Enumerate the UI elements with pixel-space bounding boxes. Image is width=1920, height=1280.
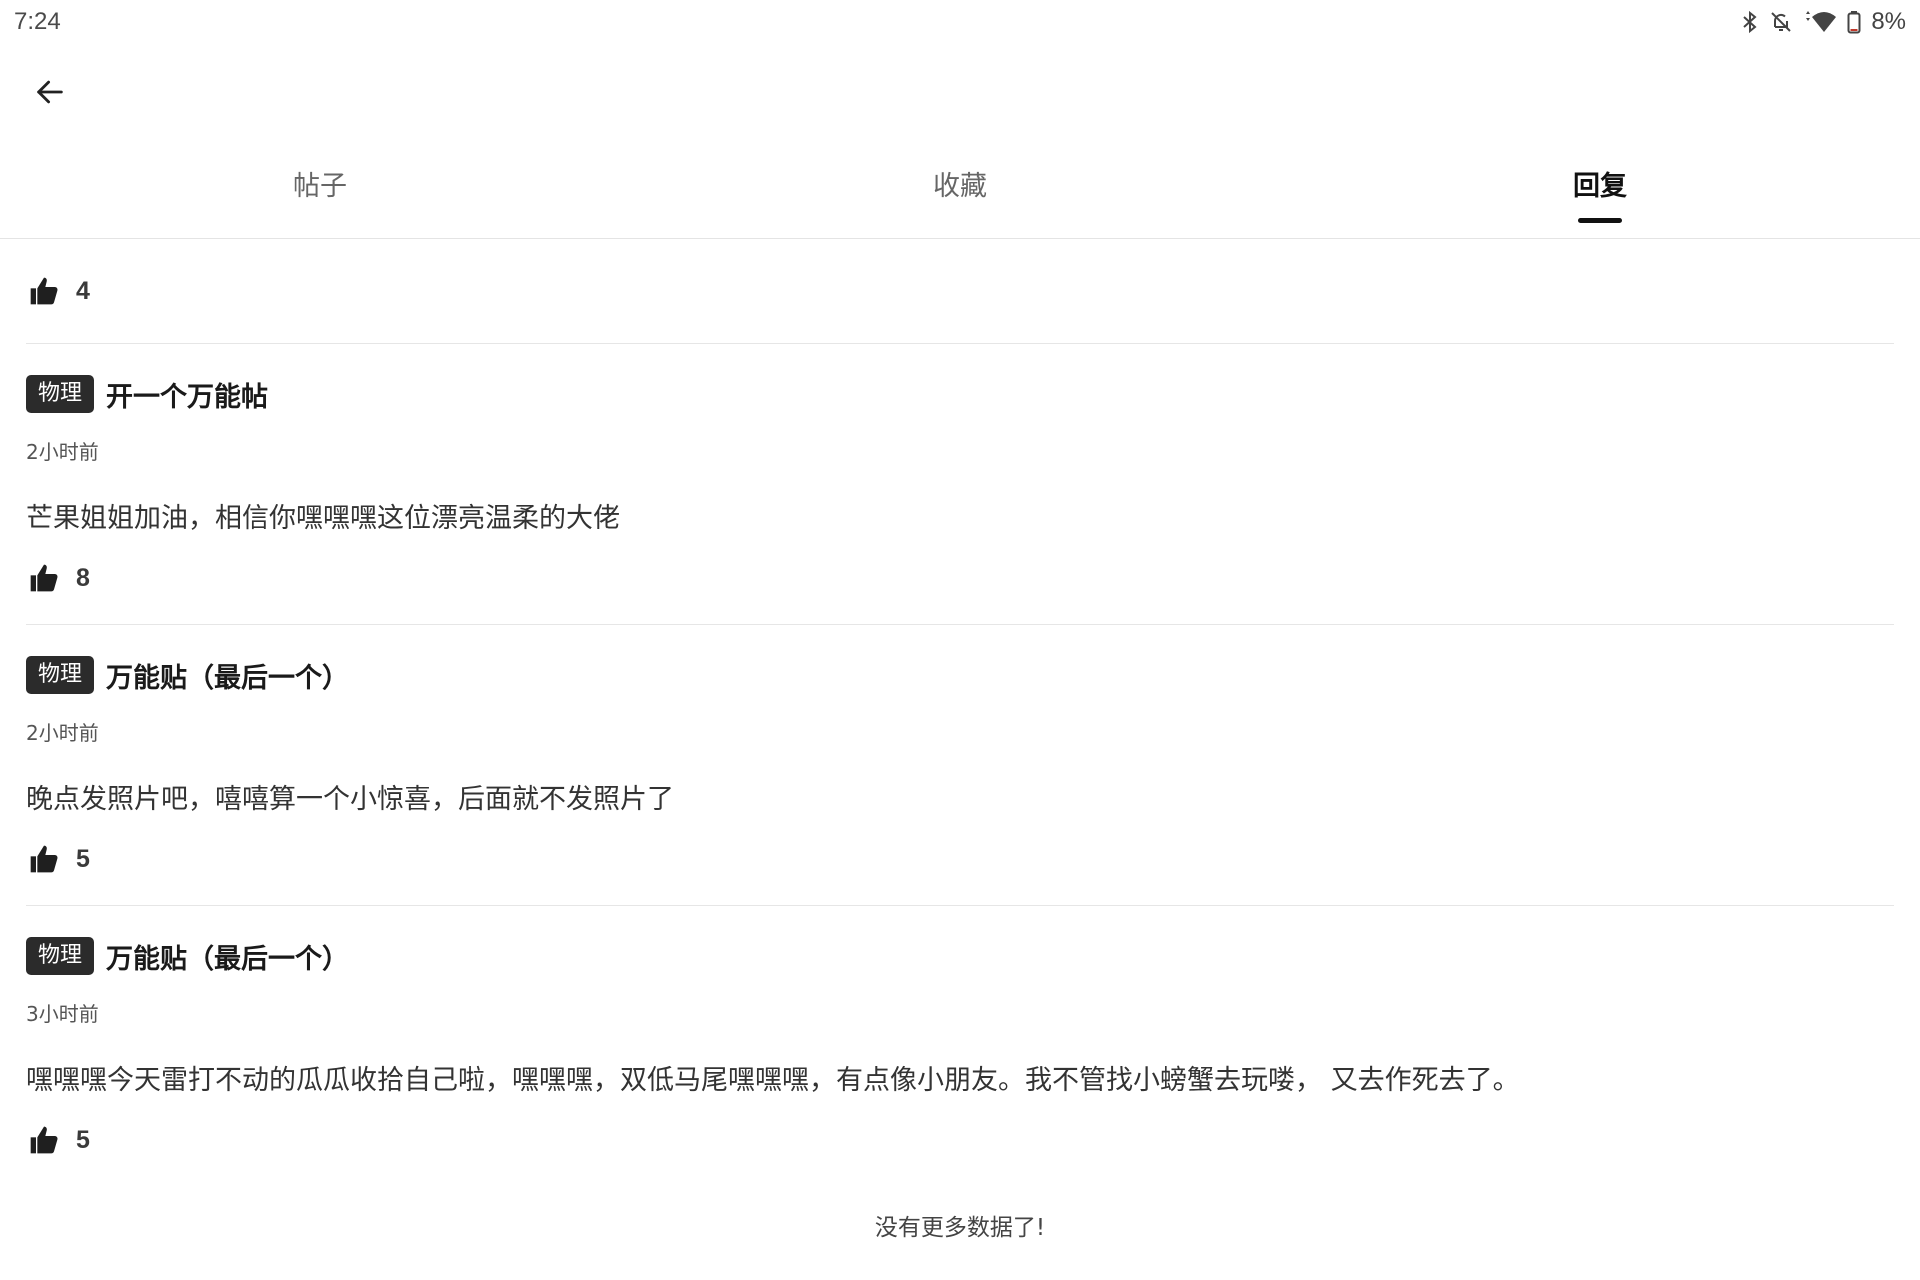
list-item[interactable]: 物理 开一个万能帖 2小时前 芒果姐姐加油，相信你嘿嘿嘿这位漂亮温柔的大佬 8 — [26, 344, 1894, 625]
reply-list: 4 物理 开一个万能帖 2小时前 芒果姐姐加油，相信你嘿嘿嘿这位漂亮温柔的大佬 … — [26, 239, 1894, 1186]
tab-posts[interactable]: 帖子 — [0, 150, 640, 238]
arrow-back-icon — [33, 75, 67, 113]
subject-tag: 物理 — [26, 375, 95, 413]
thumbs-up-icon[interactable] — [26, 560, 62, 596]
post-title[interactable]: 万能贴（最后一个） — [106, 656, 349, 695]
replies-page: 7:24 8% 帖子 收藏 回复 4 物理 开一个万能帖 2小时前 芒果姐姐加油… — [0, 0, 1920, 1280]
tab-replies[interactable]: 回复 — [1280, 150, 1920, 238]
thumbs-up-icon[interactable] — [26, 273, 62, 309]
reply-text: 嘿嘿嘿今天雷打不动的瓜瓜收拾自己啦，嘿嘿嘿，双低马尾嘿嘿嘿，有点像小朋友。我不管… — [26, 1065, 1520, 1096]
tab-label: 回复 — [1573, 171, 1627, 202]
tab-label: 帖子 — [293, 171, 347, 202]
like-count: 8 — [76, 563, 90, 592]
reply-time: 3小时前 — [26, 1002, 99, 1026]
thumbs-up-icon[interactable] — [26, 841, 62, 877]
tab-favorites[interactable]: 收藏 — [640, 150, 1280, 238]
like-row: 5 — [26, 829, 90, 889]
tab-label: 收藏 — [933, 171, 987, 202]
notifications-off-icon — [1769, 10, 1793, 34]
status-time: 7:24 — [14, 8, 61, 35]
list-item[interactable]: 物理 万能贴（最后一个） 3小时前 嘿嘿嘿今天雷打不动的瓜瓜收拾自己啦，嘿嘿嘿，… — [26, 906, 1894, 1186]
title-row: 物理 万能贴（最后一个） — [26, 936, 349, 976]
list-item[interactable]: 物理 万能贴（最后一个） 2小时前 晚点发照片吧，嘻嘻算一个小惊喜，后面就不发照… — [26, 625, 1894, 906]
reply-text: 晚点发照片吧，嘻嘻算一个小惊喜，后面就不发照片了 — [26, 784, 674, 815]
thumbs-up-icon[interactable] — [26, 1122, 62, 1158]
like-count: 5 — [76, 1125, 90, 1154]
status-bar: 7:24 8% — [0, 0, 1920, 44]
battery-icon — [1847, 10, 1861, 34]
status-icons: 8% — [1741, 8, 1906, 36]
post-title[interactable]: 开一个万能帖 — [106, 375, 268, 414]
subject-tag: 物理 — [26, 937, 95, 975]
battery-percent: 8% — [1871, 8, 1906, 35]
reply-time: 2小时前 — [26, 440, 99, 464]
no-more-data-text: 没有更多数据了! — [874, 1215, 1046, 1241]
post-title[interactable]: 万能贴（最后一个） — [106, 937, 349, 976]
back-button[interactable] — [22, 66, 78, 122]
reply-time: 2小时前 — [26, 721, 99, 745]
bluetooth-icon — [1741, 10, 1759, 34]
like-row: 5 — [26, 1110, 90, 1170]
title-row: 物理 开一个万能帖 — [26, 374, 268, 414]
active-tab-indicator — [1578, 218, 1622, 223]
title-row: 物理 万能贴（最后一个） — [26, 655, 349, 695]
wifi-icon — [1803, 10, 1837, 34]
subject-tag: 物理 — [26, 656, 95, 694]
like-row: 4 — [26, 239, 1894, 344]
like-count: 4 — [76, 276, 90, 305]
like-row: 8 — [26, 548, 90, 608]
reply-text: 芒果姐姐加油，相信你嘿嘿嘿这位漂亮温柔的大佬 — [26, 503, 620, 534]
like-count: 5 — [76, 844, 90, 873]
tab-bar: 帖子 收藏 回复 — [0, 150, 1920, 239]
